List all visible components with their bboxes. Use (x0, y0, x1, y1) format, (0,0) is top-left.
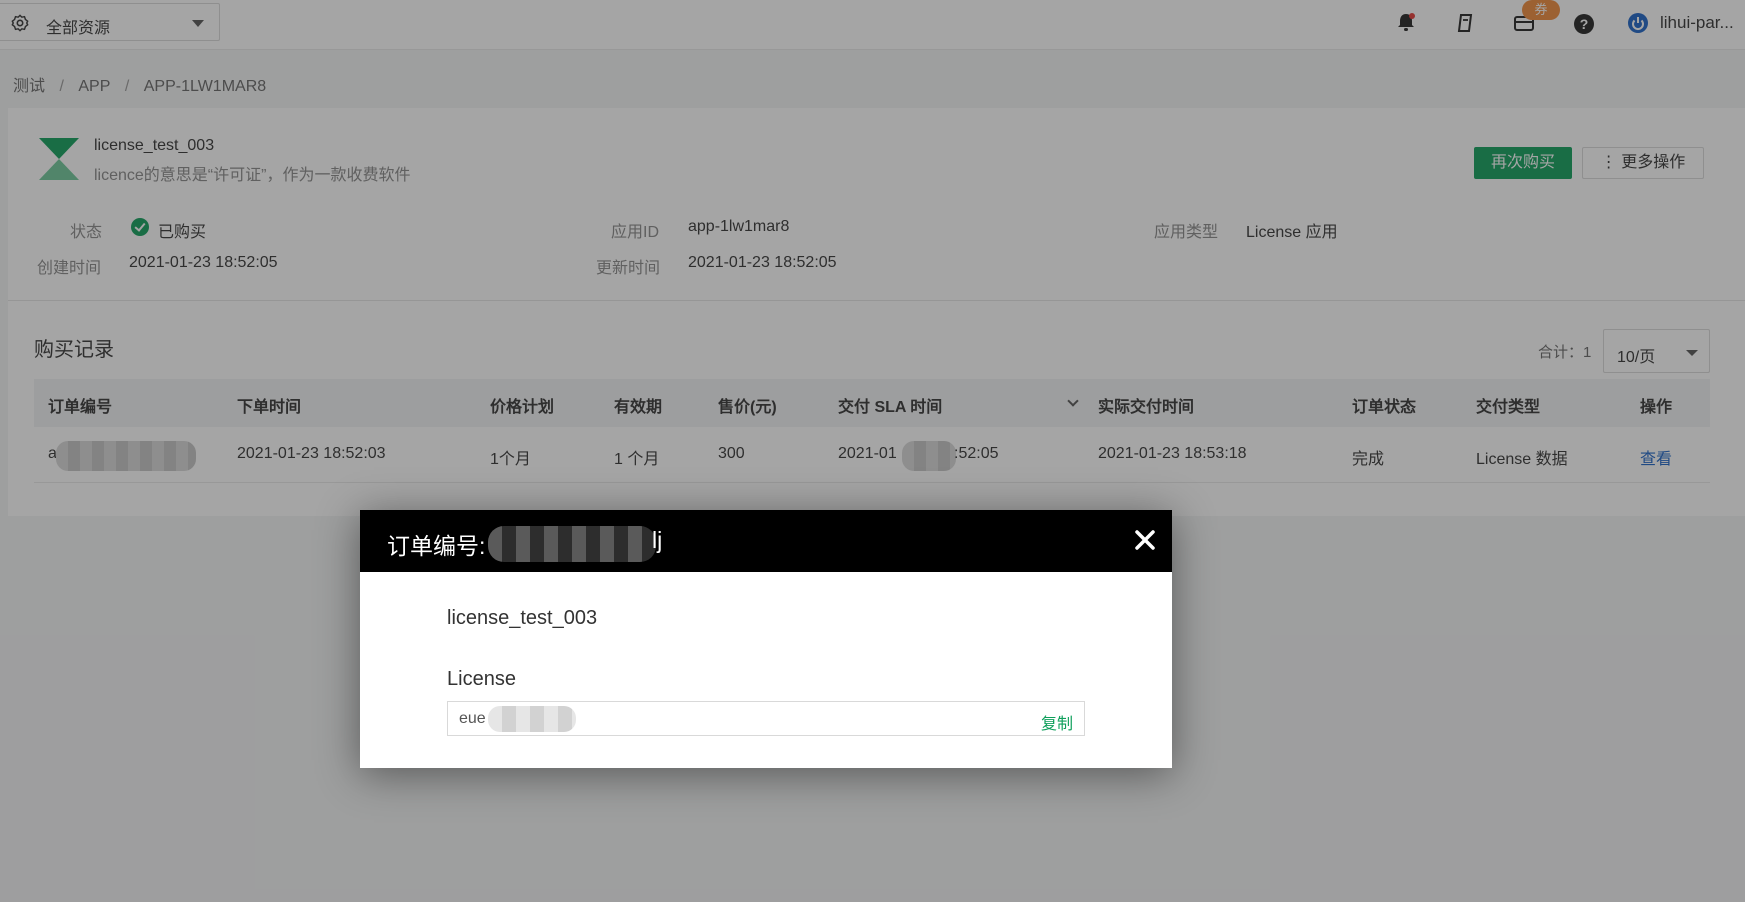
redacted-blur (488, 706, 576, 732)
close-icon[interactable] (1132, 527, 1158, 553)
modal-title: 订单编号: a (387, 533, 505, 559)
license-value: eue (459, 710, 486, 727)
copy-button[interactable]: 复制 (1041, 710, 1073, 734)
license-field[interactable]: eue 复制 (447, 701, 1085, 736)
redacted-blur (488, 526, 656, 562)
license-label: License (447, 668, 516, 690)
modal-header: 订单编号: a lj (360, 510, 1172, 572)
modal-title-suffix: lj (652, 527, 663, 553)
license-modal: 订单编号: a lj license_test_003 License eue … (360, 510, 1172, 768)
modal-app-name: license_test_003 (447, 607, 598, 629)
